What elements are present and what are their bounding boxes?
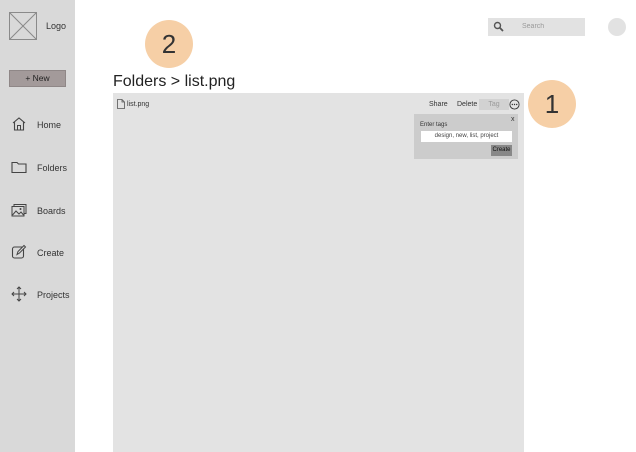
sidebar-item-projects[interactable]: Projects [0,285,75,305]
sidebar-item-label: Folders [37,163,68,173]
move-icon [11,286,27,302]
home-icon [12,117,26,131]
file-preview-panel: list.png Share Delete Tag x Enter tags d… [113,93,524,452]
sidebar-item-label: Projects [37,290,70,300]
delete-button[interactable]: Delete [457,101,477,108]
share-button[interactable]: Share [429,101,448,108]
file-icon [117,99,125,109]
sidebar: Logo + New Home Folders Boards Create Pr… [0,0,75,452]
file-name: list.png [127,101,150,108]
more-options-icon[interactable] [509,99,520,110]
create-tag-button[interactable]: Create [491,145,512,156]
tag-input-label: Enter tags [420,122,448,128]
sidebar-item-label: Create [37,248,65,258]
logo-label: Logo [46,21,67,31]
callout-badge-2: 2 [145,20,193,68]
tag-input[interactable]: design, new, list, project [421,131,512,142]
sidebar-item-home[interactable]: Home [0,115,75,135]
tag-popover: x Enter tags design, new, list, project … [414,114,518,159]
logo-placeholder [9,12,37,40]
image-icon [11,204,27,217]
search-input[interactable] [522,20,580,33]
search-icon [493,21,504,32]
sidebar-item-label: Boards [37,206,66,216]
sidebar-item-boards[interactable]: Boards [0,201,75,221]
search-bar[interactable] [488,18,585,36]
avatar[interactable] [608,18,626,36]
sidebar-item-folders[interactable]: Folders [0,158,75,178]
tag-button[interactable]: Tag [479,99,509,110]
folder-icon [11,161,27,174]
logo-placeholder-icon [9,12,37,40]
sidebar-item-label: Home [37,120,62,130]
callout-badge-1: 1 [528,80,576,128]
breadcrumb: Folders > list.png [113,73,236,90]
sidebar-item-create[interactable]: Create [0,243,75,263]
close-icon[interactable]: x [511,116,515,123]
edit-icon [11,244,27,259]
new-button[interactable]: + New [9,70,66,87]
